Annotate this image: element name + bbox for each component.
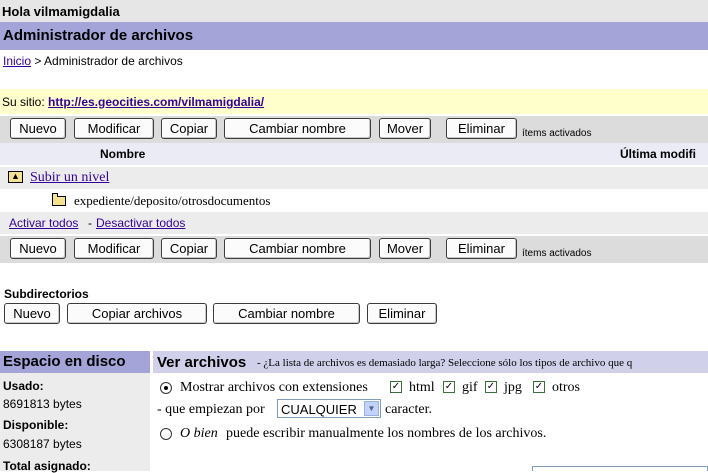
view-files-body: Mostrar archivos con extensiones ✓ html … bbox=[153, 373, 708, 471]
file-toolbar-top: Nuevo Modificar Copiar Cambiar nombre Mo… bbox=[0, 116, 708, 143]
html-checkbox[interactable]: ✓ bbox=[390, 381, 402, 393]
select-all-link[interactable]: Activar todos bbox=[9, 216, 78, 230]
breadcrumb: Inicio > Administrador de archivos bbox=[3, 54, 183, 68]
up-folder-icon: ▲ bbox=[8, 171, 23, 183]
breadcrumb-separator: > bbox=[34, 54, 42, 68]
starts-with-select-value: CUALQUIER bbox=[281, 402, 357, 417]
disk-space-panel: Espacio en disco Usado: 8691813 bytes Di… bbox=[0, 351, 150, 473]
subdir-delete-button[interactable]: Eliminar bbox=[367, 303, 437, 324]
items-active-label: ítems activados bbox=[522, 128, 592, 139]
page-title: Administrador de archivos bbox=[3, 27, 194, 44]
site-url-band: Su sitio: http://es.geocities.com/vilmam… bbox=[0, 89, 708, 114]
chevron-down-icon[interactable]: ▼ bbox=[364, 401, 379, 416]
rename-button[interactable]: Cambiar nombre bbox=[224, 118, 371, 139]
current-path-text: expediente/deposito/otrosdocumentos bbox=[74, 193, 271, 208]
manual-names-input[interactable] bbox=[532, 466, 708, 471]
view-files-title: Ver archivos bbox=[157, 354, 247, 371]
breadcrumb-home-link[interactable]: Inicio bbox=[3, 54, 31, 68]
view-files-header: Ver archivos - ¿La lista de archivos es … bbox=[153, 351, 708, 373]
disk-used-label: Usado: bbox=[3, 379, 44, 393]
up-level-row[interactable]: ▲ Subir un nivel bbox=[0, 167, 708, 189]
manual-names-label: puede escribir manualmente los nombres d… bbox=[226, 426, 547, 441]
jpg-label: jpg bbox=[504, 380, 522, 395]
starts-with-label: - que empiezan por bbox=[157, 402, 265, 417]
select-row: Activar todos - Desactivar todos bbox=[0, 212, 708, 234]
current-path-row: expediente/deposito/otrosdocumentos bbox=[0, 190, 708, 210]
disk-used-value: 8691813 bytes bbox=[3, 397, 82, 411]
items-active-label: ítems activados bbox=[522, 248, 592, 259]
gif-checkbox[interactable]: ✓ bbox=[443, 381, 455, 393]
jpg-checkbox[interactable]: ✓ bbox=[485, 381, 497, 393]
move-button[interactable]: Mover bbox=[379, 238, 431, 259]
select-separator: - bbox=[88, 216, 92, 230]
or-else-label: O bien bbox=[180, 426, 218, 441]
site-label: Su sitio: bbox=[2, 95, 45, 109]
character-label: caracter. bbox=[385, 402, 433, 417]
other-label: otros bbox=[552, 380, 580, 395]
page-title-bar: Administrador de archivos bbox=[0, 22, 708, 50]
greeting-bar: Hola vilmamigdalia bbox=[0, 0, 708, 22]
breadcrumb-current: Administrador de archivos bbox=[44, 54, 183, 68]
copy-button[interactable]: Copiar bbox=[161, 238, 217, 259]
subdirectories-title: Subdirectorios bbox=[4, 287, 89, 301]
deselect-all-link[interactable]: Desactivar todos bbox=[96, 216, 185, 230]
new-button[interactable]: Nuevo bbox=[10, 118, 66, 139]
copy-files-button[interactable]: Copiar archivos bbox=[67, 303, 207, 324]
column-name-header: Nombre bbox=[100, 147, 146, 161]
html-label: html bbox=[409, 380, 435, 395]
disk-available-label: Disponible: bbox=[3, 418, 69, 432]
folder-icon bbox=[52, 193, 66, 206]
modify-button[interactable]: Modificar bbox=[74, 118, 154, 139]
show-extensions-radio[interactable] bbox=[160, 382, 172, 394]
show-extensions-label: Mostrar archivos con extensiones bbox=[180, 380, 368, 395]
gif-label: gif bbox=[462, 380, 478, 395]
move-button[interactable]: Mover bbox=[379, 118, 431, 139]
starts-with-select[interactable]: CUALQUIER ▼ bbox=[277, 399, 381, 418]
disk-space-title: Espacio en disco bbox=[0, 351, 150, 373]
rename-button[interactable]: Cambiar nombre bbox=[224, 238, 371, 259]
delete-button[interactable]: Eliminar bbox=[446, 118, 517, 139]
modify-button[interactable]: Modificar bbox=[74, 238, 154, 259]
other-checkbox[interactable]: ✓ bbox=[533, 381, 545, 393]
site-url-link[interactable]: http://es.geocities.com/vilmamigdalia/ bbox=[48, 95, 264, 109]
disk-available-value: 6308187 bytes bbox=[3, 437, 82, 451]
view-files-hint: - ¿La lista de archivos es demasiado lar… bbox=[257, 357, 633, 369]
new-button[interactable]: Nuevo bbox=[10, 238, 66, 259]
subdir-new-button[interactable]: Nuevo bbox=[4, 303, 60, 324]
subdir-rename-button[interactable]: Cambiar nombre bbox=[213, 303, 360, 324]
copy-button[interactable]: Copiar bbox=[161, 118, 217, 139]
greeting-text: Hola vilmamigdalia bbox=[2, 4, 120, 19]
up-level-link[interactable]: Subir un nivel bbox=[30, 170, 109, 186]
file-table-header: Nombre Última modifi bbox=[0, 143, 708, 165]
file-toolbar-bottom: Nuevo Modificar Copiar Cambiar nombre Mo… bbox=[0, 236, 708, 263]
manual-names-radio[interactable] bbox=[160, 428, 172, 440]
delete-button[interactable]: Eliminar bbox=[446, 238, 517, 259]
column-modified-header: Última modifi bbox=[620, 147, 697, 161]
